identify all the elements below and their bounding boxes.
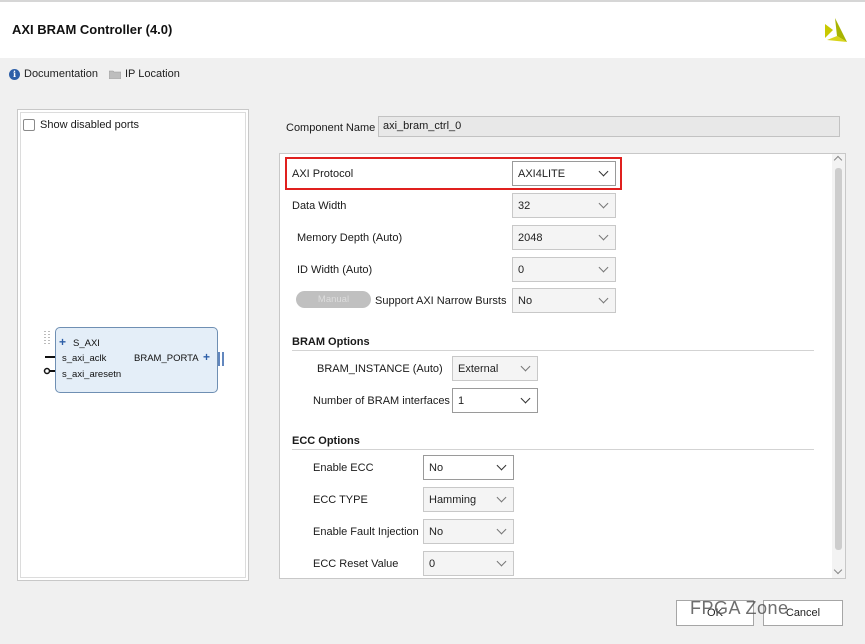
- folder-icon: [109, 70, 121, 79]
- symbol-panel: Show disabled ports + S_AXI s_axi_aclk s…: [17, 109, 249, 581]
- vertical-scrollbar[interactable]: [832, 154, 845, 578]
- documentation-link[interactable]: i Documentation: [9, 68, 98, 80]
- ip-location-label: IP Location: [125, 68, 180, 80]
- narrow-bursts-value: No: [518, 294, 533, 307]
- section-divider: [292, 350, 814, 351]
- chevron-down-icon: [598, 230, 609, 241]
- chevron-down-icon: [598, 166, 609, 177]
- xilinx-logo-icon: [825, 18, 847, 42]
- chevron-down-icon: [598, 262, 609, 273]
- memory-depth-label: Memory Depth (Auto): [297, 232, 403, 244]
- chevron-down-icon: [598, 198, 609, 209]
- enable-ecc-value: No: [429, 461, 444, 474]
- port-s-axi: S_AXI: [73, 338, 100, 349]
- data-width-value: 32: [518, 199, 531, 212]
- port-s-axi-aresetn: s_axi_aresetn: [62, 369, 122, 380]
- ip-location-link[interactable]: IP Location: [109, 68, 180, 80]
- enable-ecc-select[interactable]: No: [423, 455, 514, 480]
- bram-options-title: BRAM Options: [292, 336, 370, 348]
- chevron-down-icon: [598, 293, 609, 304]
- id-width-label: ID Width (Auto): [297, 264, 373, 276]
- memory-depth-value: 2048: [518, 231, 543, 244]
- parameters-panel: Component Name axi_bram_ctrl_0 AXI Proto…: [268, 109, 850, 581]
- ecc-reset-value-label: ECC Reset Value: [313, 558, 399, 570]
- id-width-select[interactable]: 0: [512, 257, 616, 282]
- ecc-type-value: Hamming: [429, 493, 477, 506]
- header: AXI BRAM Controller (4.0): [0, 2, 865, 58]
- chevron-down-icon: [496, 556, 507, 567]
- bus-port-icon: [218, 352, 224, 366]
- info-icon: i: [9, 68, 20, 80]
- port-bram-porta: BRAM_PORTA: [134, 353, 199, 364]
- bram-instance-value: External: [458, 362, 499, 375]
- id-width-value: 0: [518, 263, 525, 276]
- manual-toggle[interactable]: Manual: [296, 291, 371, 308]
- data-width-label: Data Width: [292, 200, 347, 212]
- bram-interfaces-select[interactable]: 1: [452, 388, 538, 413]
- documentation-label: Documentation: [24, 68, 98, 80]
- ecc-options-title: ECC Options: [292, 435, 360, 447]
- bram-interfaces-value: 1: [458, 394, 465, 407]
- memory-depth-select[interactable]: 2048: [512, 225, 616, 250]
- symbol-canvas: Show disabled ports + S_AXI s_axi_aclk s…: [20, 112, 246, 578]
- scroll-up-icon[interactable]: [833, 155, 843, 165]
- chevron-down-icon: [496, 460, 507, 471]
- data-width-select[interactable]: 32: [512, 193, 616, 218]
- fault-injection-value: No: [429, 525, 444, 538]
- ecc-type-label: ECC TYPE: [313, 494, 368, 506]
- parameters-form: AXI Protocol AXI4LITE Data Width 32 Memo…: [279, 153, 846, 579]
- scrollbar-thumb[interactable]: [835, 168, 842, 550]
- fault-injection-label: Enable Fault Injection: [313, 526, 419, 538]
- section-divider: [292, 449, 814, 450]
- bram-instance-label: BRAM_INSTANCE (Auto): [317, 363, 443, 375]
- ecc-reset-value-value: 0: [429, 557, 436, 570]
- fault-injection-select[interactable]: No: [423, 519, 514, 544]
- toolbar: i Documentation IP Location: [0, 58, 865, 92]
- watermark: FPGA Zone: [690, 598, 789, 618]
- show-disabled-ports-checkbox[interactable]: [23, 119, 35, 131]
- bram-instance-select[interactable]: External: [452, 356, 538, 381]
- window-title: AXI BRAM Controller (4.0): [12, 22, 173, 37]
- scroll-down-icon[interactable]: [833, 565, 843, 575]
- axi-protocol-select[interactable]: AXI4LITE: [512, 161, 616, 186]
- chevron-down-icon: [520, 361, 531, 372]
- port-s-axi-aclk: s_axi_aclk: [62, 353, 107, 364]
- axi-protocol-value: AXI4LITE: [518, 167, 566, 180]
- component-name-label: Component Name: [286, 122, 376, 134]
- narrow-bursts-label: Support AXI Narrow Bursts: [375, 295, 507, 307]
- ip-block-symbol[interactable]: + S_AXI s_axi_aclk s_axi_aresetn BRAM_PO…: [55, 327, 218, 393]
- bram-interfaces-label: Number of BRAM interfaces: [313, 395, 450, 407]
- chevron-down-icon: [496, 524, 507, 535]
- show-disabled-ports-label: Show disabled ports: [40, 119, 140, 131]
- show-disabled-ports-option[interactable]: Show disabled ports: [23, 119, 139, 131]
- enable-ecc-label: Enable ECC: [313, 462, 374, 474]
- narrow-bursts-select[interactable]: No: [512, 288, 616, 313]
- axi-protocol-label: AXI Protocol: [292, 168, 354, 180]
- ecc-type-select[interactable]: Hamming: [423, 487, 514, 512]
- expand-plus-icon[interactable]: +: [59, 335, 66, 349]
- chevron-down-icon: [496, 492, 507, 503]
- expand-plus-icon[interactable]: +: [203, 350, 210, 364]
- component-name-input[interactable]: axi_bram_ctrl_0: [378, 116, 840, 137]
- ecc-reset-value-select[interactable]: 0: [423, 551, 514, 576]
- chevron-down-icon: [520, 393, 531, 404]
